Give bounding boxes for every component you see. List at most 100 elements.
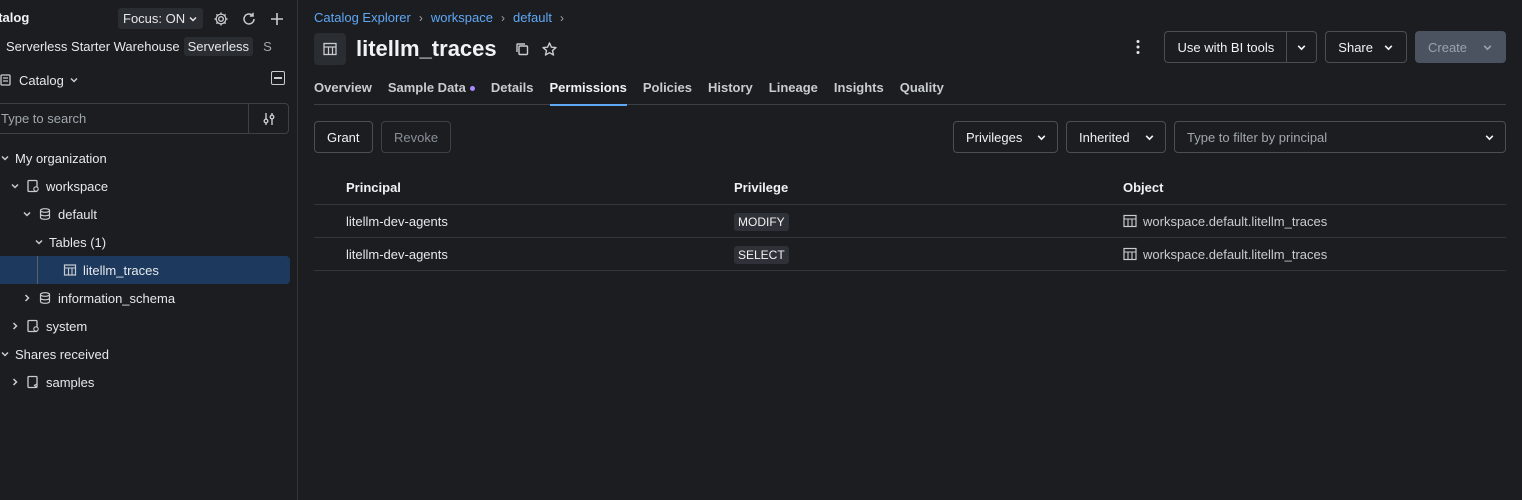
principal-cell: litellm-dev-agents [346,246,448,262]
privileges-filter-label: Privileges [966,129,1023,145]
tree-item-tables[interactable]: Tables (1) [0,228,297,256]
tree-item-label: default [58,206,98,222]
chevron-down-icon [188,14,198,24]
chevron-right-icon[interactable] [10,321,20,331]
main-content: Catalog Explorer › workspace › default ›… [298,0,1522,500]
chevron-right-icon: › [560,10,565,25]
tree-item-default[interactable]: default [0,200,297,228]
tab-quality[interactable]: Quality [900,76,944,105]
tab-lineage[interactable]: Lineage [769,76,818,105]
catalog-sidebar: atalog Focus: ON Serverless Starter Ware… [0,0,298,500]
plus-icon[interactable] [268,10,286,28]
gear-icon[interactable] [212,10,230,28]
grant-button[interactable]: Grant [314,121,373,153]
table-icon [1123,247,1137,261]
copy-icon[interactable] [513,40,531,58]
inherited-filter-dropdown[interactable]: Inherited [1066,121,1166,153]
filter-settings-icon[interactable] [248,104,288,133]
chevron-right-icon: › [500,10,505,25]
chevron-right-icon[interactable] [10,377,20,387]
tab-permissions[interactable]: Permissions [549,76,628,106]
page-title: litellm_traces [356,36,497,61]
tree-item-shares-received[interactable]: Shares received [0,340,297,368]
chevron-right-icon: › [418,10,423,25]
warehouse-type-badge: Serverless [183,36,254,56]
column-header-object[interactable]: Object [1092,180,1506,195]
kebab-menu-icon[interactable] [1128,31,1148,63]
bi-tools-dropdown-button[interactable] [1287,31,1318,63]
tab-overview[interactable]: Overview [314,76,372,105]
chevron-down-icon[interactable] [34,237,44,247]
table-icon [314,33,346,65]
chevron-down-icon [1482,42,1493,53]
tree-item-label: Shares received [15,346,109,362]
chevron-down-icon [1484,132,1495,143]
database-icon [37,206,53,222]
tab-details[interactable]: Details [491,76,534,105]
table-header-row: Principal Privilege Object [314,171,1506,205]
star-icon[interactable] [541,40,559,58]
collapse-all-icon[interactable] [271,71,285,85]
warehouse-size: S [263,38,272,54]
table-icon [62,262,78,278]
table-icon [1123,214,1137,228]
column-header-privilege[interactable]: Privilege [703,180,1092,195]
object-cell: workspace.default.litellm_traces [1092,247,1506,262]
tab-sample-data[interactable]: Sample Data [388,76,475,105]
permissions-toolbar: Grant Revoke Privileges Inherited Type t… [314,121,1506,153]
revoke-button[interactable]: Revoke [381,121,452,153]
share-button[interactable]: Share [1325,31,1407,63]
privileges-filter-dropdown[interactable]: Privileges [953,121,1058,153]
catalog-selector-label: Catalog [19,72,64,88]
tab-insights[interactable]: Insights [834,76,884,105]
catalog-icon [0,72,14,88]
use-with-bi-tools-button[interactable]: Use with BI tools [1164,31,1288,63]
catalog-tree: My organization workspace default Tables… [0,144,297,396]
tree-item-litellm-traces[interactable]: litellm_traces [0,256,290,284]
tab-label: Sample Data [387,80,466,95]
tab-history[interactable]: History [708,76,753,105]
new-indicator-dot [469,86,475,91]
tree-item-my-organization[interactable]: My organization [0,144,297,172]
tree-item-system[interactable]: system [0,312,297,340]
chevron-down-icon [1296,42,1307,53]
column-header-principal[interactable]: Principal [314,180,703,195]
tree-item-workspace[interactable]: workspace [0,172,297,200]
table-row[interactable]: litellm-dev-agents MODIFY workspace.defa… [314,205,1506,238]
principal-cell: litellm-dev-agents [346,213,448,229]
breadcrumb-workspace[interactable]: workspace [431,10,493,25]
catalog-search-box [0,103,289,134]
chevron-right-icon[interactable] [22,293,32,303]
catalog-icon [25,318,41,334]
principal-filter-input[interactable]: Type to filter by principal [1174,121,1506,153]
object-name: workspace.default.litellm_traces [1143,213,1328,229]
create-button[interactable]: Create [1415,31,1506,63]
share-label: Share [1338,39,1373,55]
tree-item-label: information_schema [58,290,176,306]
warehouse-selector[interactable]: Serverless Starter Warehouse Serverless … [6,36,297,56]
permissions-table: Principal Privilege Object litellm-dev-a… [314,171,1506,271]
chevron-down-icon [1383,42,1394,53]
breadcrumb-default[interactable]: default [513,10,552,25]
tree-item-information-schema[interactable]: information_schema [0,284,297,312]
focus-toggle-button[interactable]: Focus: ON [118,8,204,29]
chevron-down-icon[interactable] [22,209,32,219]
privilege-cell: SELECT [703,245,1092,264]
chevron-down-icon [1036,132,1047,143]
catalog-type-selector[interactable]: Catalog [0,70,79,90]
chevron-down-icon[interactable] [10,181,20,191]
tab-policies[interactable]: Policies [643,76,692,105]
inherited-filter-label: Inherited [1079,129,1130,145]
breadcrumb-catalog-explorer[interactable]: Catalog Explorer [314,10,411,25]
chevron-down-icon[interactable] [0,349,10,359]
table-row[interactable]: litellm-dev-agents SELECT workspace.defa… [314,238,1506,271]
catalog-icon [25,178,41,194]
catalog-search-input[interactable] [0,104,248,133]
bi-tools-split-button: Use with BI tools [1164,31,1318,63]
permission-filters: Privileges Inherited Type to filter by p… [953,121,1506,153]
refresh-icon[interactable] [240,10,258,28]
sidebar-header: atalog Focus: ON [0,8,297,30]
tree-item-samples[interactable]: samples [0,368,297,396]
chevron-down-icon [69,75,79,85]
chevron-down-icon[interactable] [0,153,10,163]
